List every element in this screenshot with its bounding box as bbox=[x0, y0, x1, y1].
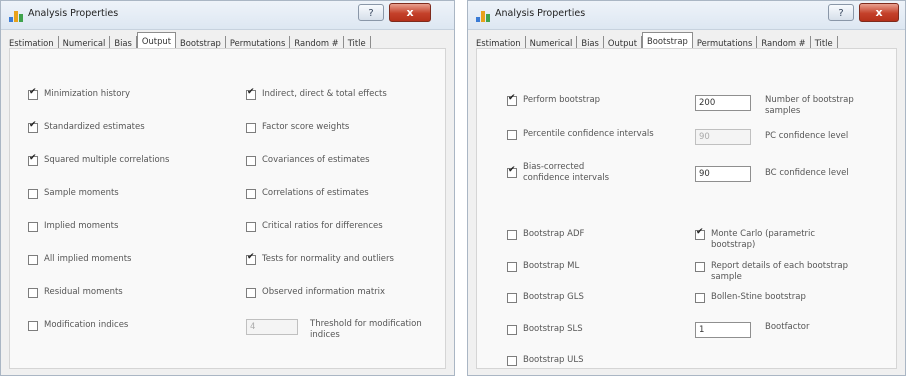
window-title: Analysis Properties bbox=[495, 8, 586, 19]
close-button[interactable]: x bbox=[389, 3, 431, 22]
minimization-history-label: Minimization history bbox=[44, 89, 130, 99]
monte-carlo-parametric-bootstrap-label: Monte Carlo (parametric bootstrap) bbox=[711, 229, 816, 250]
modification-threshold-input[interactable]: 4 bbox=[246, 319, 298, 335]
report-details-of-each-bootstrap-sample-label: Report details of each bootstrap sample bbox=[711, 260, 848, 282]
report-details-of-each-bootstrap-sample-checkbox[interactable] bbox=[695, 261, 705, 272]
residual-moments-checkbox[interactable] bbox=[28, 288, 38, 298]
help-button[interactable]: ? bbox=[358, 4, 384, 21]
squared-multiple-correlations-checkbox[interactable] bbox=[28, 153, 38, 166]
modification-indices-label: Modification indices bbox=[44, 320, 129, 330]
sample-moments-label: Sample moments bbox=[44, 188, 119, 198]
close-button[interactable]: x bbox=[859, 3, 899, 22]
covariances-of-estimates-label: Covariances of estimates bbox=[262, 155, 370, 165]
bootstrap-samples-label: Number of bootstrap samples bbox=[765, 95, 854, 116]
title-bar: Analysis Properties ? x bbox=[468, 1, 905, 30]
help-icon: ? bbox=[368, 8, 374, 19]
percentile-ci-label: Percentile confidence intervals bbox=[523, 129, 654, 139]
standardized-estimates-label: Standardized estimates bbox=[44, 122, 145, 132]
analysis-properties-window-bootstrap: Analysis Properties ? x Estimation Numeri… bbox=[467, 0, 906, 376]
covariances-of-estimates-checkbox[interactable] bbox=[246, 156, 256, 166]
bootstrap-ml-label: Bootstrap ML bbox=[523, 260, 580, 271]
bootstrap-uls-checkbox[interactable] bbox=[507, 356, 517, 366]
analysis-properties-window-output: Analysis Properties ? x Estimation Numeri… bbox=[0, 0, 455, 376]
critical-ratios-for-differences-checkbox[interactable] bbox=[246, 222, 256, 232]
pc-confidence-input[interactable]: 90 bbox=[695, 129, 751, 145]
modification-indices-checkbox[interactable] bbox=[28, 321, 38, 331]
tab-bar: Estimation Numerical Bias Output Bootstrap Pe… bbox=[472, 31, 901, 50]
bootstrap-tab-panel: Perform bootstrap 200 Number of bootstra… bbox=[476, 48, 897, 369]
help-icon: ? bbox=[838, 8, 844, 19]
percentile-ci-checkbox[interactable] bbox=[507, 130, 517, 140]
factor-score-weights-label: Factor score weights bbox=[262, 122, 350, 132]
bootstrap-sls-checkbox[interactable] bbox=[507, 324, 517, 335]
app-icon bbox=[476, 11, 490, 22]
app-icon bbox=[9, 11, 23, 22]
observed-information-matrix-label: Observed information matrix bbox=[262, 287, 386, 297]
bias-corrected-ci-label: Bias-corrected confidence intervals bbox=[523, 162, 610, 183]
bootstrap-samples-input[interactable]: 200 bbox=[695, 95, 751, 111]
standardized-estimates-checkbox[interactable] bbox=[28, 120, 38, 133]
bootstrap-adf-label: Bootstrap ADF bbox=[523, 229, 585, 239]
close-icon: x bbox=[875, 6, 883, 19]
window-title: Analysis Properties bbox=[28, 8, 119, 19]
tests-for-normality-and-outliers-checkbox[interactable] bbox=[246, 252, 256, 265]
implied-moments-label: Implied moments bbox=[44, 221, 119, 231]
tests-for-normality-and-outliers-label: Tests for normality and outliers bbox=[262, 254, 394, 264]
help-button[interactable]: ? bbox=[828, 4, 854, 21]
critical-ratios-for-differences-label: Critical ratios for differences bbox=[262, 221, 383, 231]
bootfactor-label: Bootfactor bbox=[765, 322, 810, 332]
indirect-direct-total-effects-checkbox[interactable] bbox=[246, 87, 256, 100]
bias-corrected-ci-checkbox[interactable] bbox=[507, 165, 517, 178]
bootstrap-ml-checkbox[interactable] bbox=[507, 261, 517, 272]
bc-confidence-input[interactable]: 90 bbox=[695, 166, 751, 182]
bc-confidence-label: BC confidence level bbox=[765, 168, 849, 178]
squared-multiple-correlations-label: Squared multiple correlations bbox=[44, 155, 170, 165]
bootstrap-gls-checkbox[interactable] bbox=[507, 293, 517, 303]
bootfactor-input[interactable]: 1 bbox=[695, 322, 751, 338]
output-tab-panel: Minimization history Standardized estimat… bbox=[9, 48, 446, 369]
bootstrap-adf-checkbox[interactable] bbox=[507, 230, 517, 240]
bootstrap-gls-label: Bootstrap GLS bbox=[523, 292, 584, 302]
all-implied-moments-checkbox[interactable] bbox=[28, 255, 38, 265]
bootstrap-sls-label: Bootstrap SLS bbox=[523, 323, 583, 334]
implied-moments-checkbox[interactable] bbox=[28, 222, 38, 232]
bootstrap-uls-label: Bootstrap ULS bbox=[523, 355, 584, 365]
perform-bootstrap-label: Perform bootstrap bbox=[523, 95, 601, 105]
close-icon: x bbox=[406, 6, 414, 19]
bollen-stine-bootstrap-checkbox[interactable] bbox=[695, 293, 705, 303]
factor-score-weights-checkbox[interactable] bbox=[246, 123, 256, 133]
monte-carlo-parametric-bootstrap-checkbox[interactable] bbox=[695, 227, 705, 240]
minimization-history-checkbox[interactable] bbox=[28, 87, 38, 100]
modification-threshold-label: Threshold for modification indices bbox=[310, 319, 422, 340]
tab-bar: Estimation Numerical Bias Output Bootstrap Pe… bbox=[5, 31, 450, 50]
all-implied-moments-label: All implied moments bbox=[44, 254, 132, 264]
pc-confidence-label: PC confidence level bbox=[765, 131, 849, 141]
title-bar: Analysis Properties ? x bbox=[1, 1, 454, 30]
residual-moments-label: Residual moments bbox=[44, 287, 123, 297]
indirect-direct-total-effects-label: Indirect, direct & total effects bbox=[262, 89, 387, 99]
sample-moments-checkbox[interactable] bbox=[28, 189, 38, 199]
bollen-stine-bootstrap-label: Bollen-Stine bootstrap bbox=[711, 292, 806, 302]
correlations-of-estimates-checkbox[interactable] bbox=[246, 189, 256, 199]
perform-bootstrap-checkbox[interactable] bbox=[507, 93, 517, 106]
observed-information-matrix-checkbox[interactable] bbox=[246, 288, 256, 298]
correlations-of-estimates-label: Correlations of estimates bbox=[262, 188, 369, 198]
